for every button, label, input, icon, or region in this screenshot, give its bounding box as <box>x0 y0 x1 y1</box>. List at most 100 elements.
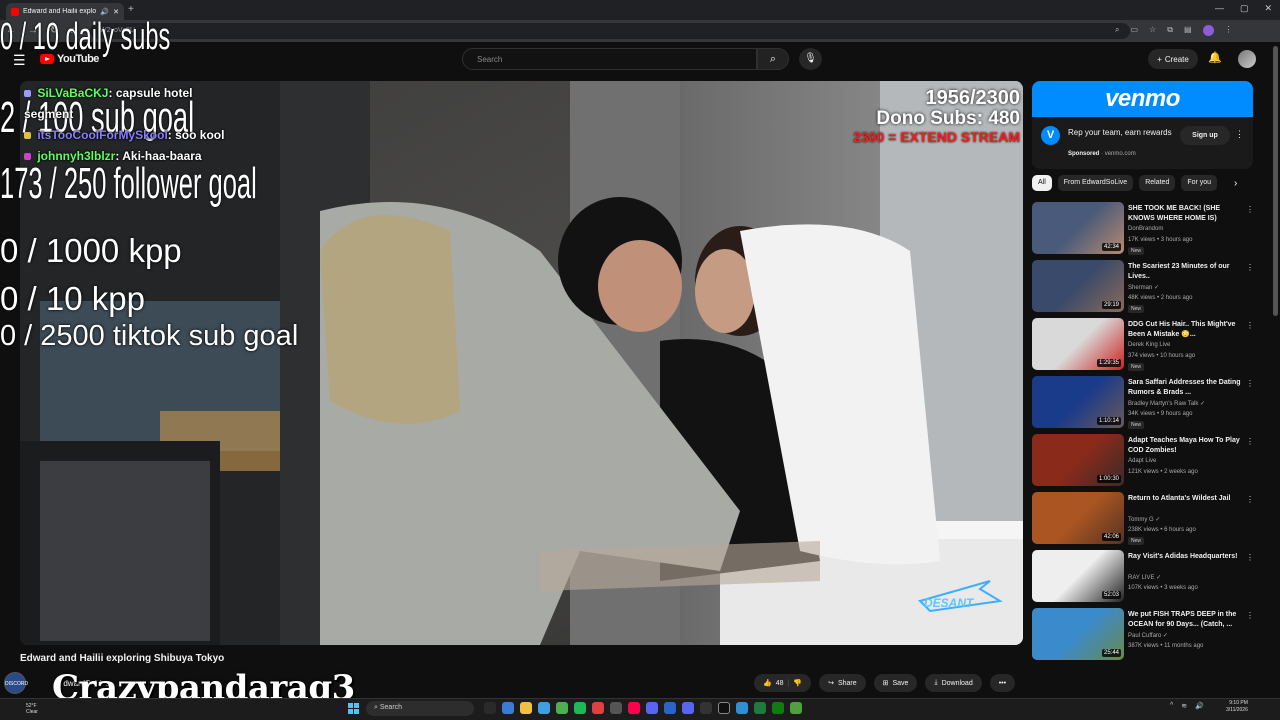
more-options-icon[interactable]: ⋮ <box>1246 321 1254 330</box>
tab-close-icon[interactable]: ✕ <box>113 8 119 16</box>
recommended-video-channel[interactable]: Paul Cuffaro ✓ <box>1128 632 1168 639</box>
search-input[interactable]: Search <box>462 48 757 70</box>
windows-start-icon[interactable] <box>348 703 359 714</box>
taskbar-search[interactable]: ⌕ Search <box>366 701 474 716</box>
sidebar-ad[interactable]: venmo V Rep your team, earn rewards Spon… <box>1032 81 1253 169</box>
search-button[interactable]: ⌕ <box>757 48 789 70</box>
app-icon[interactable] <box>700 702 712 714</box>
chip-for-you[interactable]: For you <box>1181 175 1218 191</box>
close-window-button[interactable]: ✕ <box>1264 3 1272 14</box>
create-button[interactable]: + Create <box>1148 49 1198 69</box>
url-input[interactable]: W2voVc8U <box>90 23 1130 39</box>
recommended-video-title[interactable]: Sara Saffari Addresses the Dating Rumors… <box>1128 378 1243 398</box>
task-view-icon[interactable] <box>484 702 496 714</box>
cast-icon[interactable]: ▭ <box>1130 25 1138 36</box>
xbox-icon[interactable] <box>772 702 784 714</box>
minimize-button[interactable]: — <box>1215 3 1224 14</box>
spotify-icon[interactable] <box>574 702 586 714</box>
recommended-video-channel[interactable]: Bradley Martyn's Raw Talk ✓ <box>1128 400 1205 407</box>
chevron-right-icon[interactable]: › <box>1234 178 1237 189</box>
more-options-icon[interactable]: ⋮ <box>1246 379 1254 388</box>
more-options-icon[interactable]: ⋮ <box>1246 205 1254 214</box>
recommended-video-title[interactable]: Ray Visit's Adidas Headquarters! <box>1128 552 1243 562</box>
recommended-video[interactable]: 25:44 We put FISH TRAPS DEEP in the OCEA… <box>1032 608 1257 660</box>
discord-icon[interactable] <box>682 702 694 714</box>
app-icon[interactable] <box>664 702 676 714</box>
channel-avatar[interactable]: DISCORD <box>4 672 28 694</box>
recommended-video-title[interactable]: Adapt Teaches Maya How To Play COD Zombi… <box>1128 436 1243 456</box>
maximize-button[interactable]: ▢ <box>1240 3 1249 14</box>
thumbs-down-icon[interactable]: 👎 <box>793 679 802 687</box>
recommended-video-title[interactable]: We put FISH TRAPS DEEP in the OCEAN for … <box>1128 610 1243 630</box>
ad-more-icon[interactable]: ⋮ <box>1235 129 1244 140</box>
recommended-video-channel[interactable]: DonBrandom <box>1128 226 1163 232</box>
browser-menu-icon[interactable]: ⋮ <box>1225 25 1233 36</box>
tiktok-icon[interactable] <box>628 702 640 714</box>
recommended-video-title[interactable]: DDG Cut His Hair.. This Might've Been A … <box>1128 320 1243 340</box>
recommended-video-channel[interactable]: Sherman ✓ <box>1128 284 1159 291</box>
weather-widget[interactable]: 52°F Clear <box>26 703 38 715</box>
more-options-icon[interactable]: ⋮ <box>1246 437 1254 446</box>
app-icon[interactable] <box>610 702 622 714</box>
tab-audio-icon[interactable]: 🔊 <box>100 8 109 16</box>
kick-icon[interactable] <box>718 702 730 714</box>
app-icon[interactable] <box>646 702 658 714</box>
edge-icon[interactable] <box>538 702 550 714</box>
video-thumbnail[interactable]: 1:10:14 <box>1032 376 1124 428</box>
voice-search-button[interactable]: 🎙 <box>799 48 822 70</box>
video-thumbnail[interactable]: 42:06 <box>1032 492 1124 544</box>
clock[interactable]: 9:10 PM 3/11/2026 <box>1226 700 1248 714</box>
app-icon[interactable] <box>592 702 604 714</box>
recommended-video[interactable]: 1:10:14 Sara Saffari Addresses the Datin… <box>1032 376 1257 429</box>
app-icon[interactable] <box>736 702 748 714</box>
recommended-video-channel[interactable]: Derek King Live <box>1128 342 1170 348</box>
video-thumbnail[interactable]: 42:34 <box>1032 202 1124 254</box>
video-thumbnail[interactable]: 29:19 <box>1032 260 1124 312</box>
video-thumbnail[interactable]: 1:29:35 <box>1032 318 1124 370</box>
chip-from-channel[interactable]: From EdwardSoLive <box>1057 175 1134 191</box>
more-actions-button[interactable]: ••• <box>989 674 1016 692</box>
recommended-video[interactable]: 1:00:30 Adapt Teaches Maya How To Play C… <box>1032 434 1257 486</box>
tray-chevron-icon[interactable]: ^ <box>1170 702 1173 710</box>
more-options-icon[interactable]: ⋮ <box>1246 495 1254 504</box>
recommended-video-channel[interactable]: RAY LIVE ✓ <box>1128 574 1161 581</box>
notifications-bell-icon[interactable]: 🔔 <box>1208 51 1222 64</box>
recommended-video[interactable]: 52:03 Ray Visit's Adidas Headquarters! R… <box>1032 550 1257 602</box>
volume-icon[interactable]: 🔊 <box>1195 702 1204 710</box>
video-thumbnail[interactable]: 52:03 <box>1032 550 1124 602</box>
wifi-icon[interactable]: ≋ <box>1181 702 1187 710</box>
new-tab-button[interactable]: + <box>128 4 134 15</box>
ad-signup-button[interactable]: Sign up <box>1180 126 1230 145</box>
recommended-video[interactable]: 42:06 Return to Atlanta's Wildest Jail T… <box>1032 492 1257 545</box>
scrollbar[interactable] <box>1273 46 1278 316</box>
chip-related[interactable]: Related <box>1139 175 1176 191</box>
save-button[interactable]: ⊞ Save <box>873 674 918 692</box>
download-button[interactable]: ⤓ Download <box>925 674 982 692</box>
chrome-icon[interactable] <box>556 702 568 714</box>
profile-avatar-icon[interactable] <box>1202 25 1214 36</box>
recommended-video-title[interactable]: The Scariest 23 Minutes of our Lives.. <box>1128 262 1243 282</box>
recommended-video[interactable]: 1:29:35 DDG Cut His Hair.. This Might've… <box>1032 318 1257 371</box>
video-thumbnail[interactable]: 1:00:30 <box>1032 434 1124 486</box>
minecraft-icon[interactable] <box>790 702 802 714</box>
user-avatar[interactable] <box>1238 50 1256 68</box>
chip-all[interactable]: All <box>1032 175 1052 191</box>
ad-banner[interactable]: venmo <box>1032 81 1253 117</box>
recommended-video-title[interactable]: SHE TOOK ME BACK! (SHE KNOWS WHERE HOME … <box>1128 204 1243 224</box>
more-options-icon[interactable]: ⋮ <box>1246 553 1254 562</box>
share-button[interactable]: ↪ Share <box>819 674 866 692</box>
like-button[interactable]: 👍 48 | 👎 <box>754 674 812 692</box>
copilot-icon[interactable] <box>502 702 514 714</box>
recommended-video-channel[interactable]: Adapt Live <box>1128 458 1156 464</box>
excel-icon[interactable] <box>754 702 766 714</box>
video-thumbnail[interactable]: 25:44 <box>1032 608 1124 660</box>
extensions-icon[interactable]: ⧉ <box>1167 25 1173 36</box>
recommended-video-title[interactable]: Return to Atlanta's Wildest Jail <box>1128 494 1243 504</box>
sidebar-icon[interactable]: ▤ <box>1184 25 1192 36</box>
file-explorer-icon[interactable] <box>520 702 532 714</box>
more-options-icon[interactable]: ⋮ <box>1246 263 1254 272</box>
more-options-icon[interactable]: ⋮ <box>1246 611 1254 620</box>
recommended-video[interactable]: 42:34 SHE TOOK ME BACK! (SHE KNOWS WHERE… <box>1032 202 1257 255</box>
bookmark-star-icon[interactable]: ☆ <box>1149 25 1156 36</box>
recommended-video-channel[interactable]: Tommy G ✓ <box>1128 516 1160 523</box>
